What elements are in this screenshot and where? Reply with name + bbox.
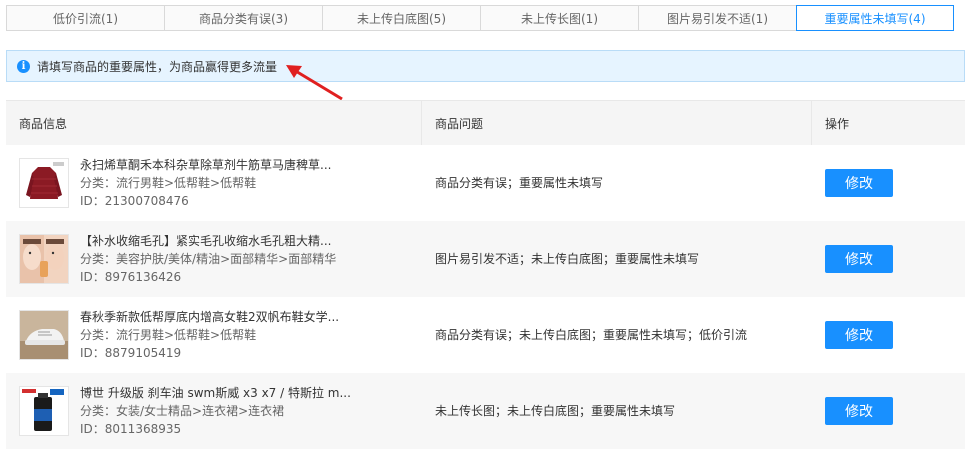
header-product-info: 商品信息 [6,101,422,145]
product-issue: 商品分类有误；未上传白底图；重要属性未填写；低价引流 [435,327,748,342]
tab-discomfort-image[interactable]: 图片易引发不适(1) [638,5,796,31]
issue-tabs: 低价引流(1) 商品分类有误(3) 未上传白底图(5) 未上传长图(1) 图片易… [6,5,954,31]
header-action: 操作 [825,116,850,131]
product-name: 【补水收缩毛孔】紧实毛孔收缩水毛孔粗大精... [80,234,332,248]
tab-no-long-image[interactable]: 未上传长图(1) [480,5,638,31]
product-issue: 商品分类有误；重要属性未填写 [435,175,604,190]
product-id: ID：8976136426 [80,270,182,284]
tab-no-white-image[interactable]: 未上传白底图(5) [322,5,480,31]
product-category: 分类：女装/女士精品>连衣裙>连衣裙 [80,404,285,418]
table-row: 永扫烯草酮禾本科杂草除草剂牛筋草马唐稗草... 分类：流行男鞋>低帮鞋>低帮鞋 … [6,145,965,221]
table-row: 春秋季新款低帮厚底内增高女鞋2双帆布鞋女学... 分类：流行男鞋>低帮鞋>低帮鞋… [6,297,965,373]
info-icon: i [17,59,30,73]
table-row: 博世 升级版 刹车油 swm斯威 x3 x7 / 特斯拉 m... 分类：女装/… [6,373,965,449]
edit-button[interactable]: 修改 [825,321,893,349]
product-thumbnail [19,386,69,436]
product-name: 春秋季新款低帮厚底内增高女鞋2双帆布鞋女学... [80,310,340,324]
annotation-arrow-icon [286,65,343,101]
product-id: ID：8879105419 [80,346,182,360]
product-name: 永扫烯草酮禾本科杂草除草剂牛筋草马唐稗草... [80,158,332,172]
product-issue: 未上传长图；未上传白底图；重要属性未填写 [435,403,676,418]
header-product-issue: 商品问题 [422,101,812,145]
tab-wrong-category[interactable]: 商品分类有误(3) [164,5,322,31]
tab-missing-attributes[interactable]: 重要属性未填写(4) [796,5,954,31]
notice-text: 请填写商品的重要属性，为商品赢得更多流量 [37,59,278,74]
notice-bar: i 请填写商品的重要属性，为商品赢得更多流量 [6,50,965,82]
product-id: ID：8011368935 [80,422,182,436]
product-category: 分类：美容护肤/美体/精油>面部精华>面部精华 [80,252,337,266]
product-id: ID：21300708476 [80,194,189,208]
table-row: 【补水收缩毛孔】紧实毛孔收缩水毛孔粗大精... 分类：美容护肤/美体/精油>面部… [6,221,965,297]
table-header: 商品信息 商品问题 操作 [6,100,965,145]
product-thumbnail [19,158,69,208]
edit-button[interactable]: 修改 [825,245,893,273]
product-name: 博世 升级版 刹车油 swm斯威 x3 x7 / 特斯拉 m... [80,386,351,400]
edit-button[interactable]: 修改 [825,397,893,425]
tab-low-price[interactable]: 低价引流(1) [6,5,164,31]
product-table: 商品信息 商品问题 操作 永扫烯草酮禾本科杂草除草剂牛筋草马唐稗草... 分类：… [6,100,965,449]
product-category: 分类：流行男鞋>低帮鞋>低帮鞋 [80,328,257,342]
edit-button[interactable]: 修改 [825,169,893,197]
product-thumbnail [19,310,69,360]
product-category: 分类：流行男鞋>低帮鞋>低帮鞋 [80,176,257,190]
product-issue: 图片易引发不适；未上传白底图；重要属性未填写 [435,251,700,266]
product-thumbnail [19,234,69,284]
